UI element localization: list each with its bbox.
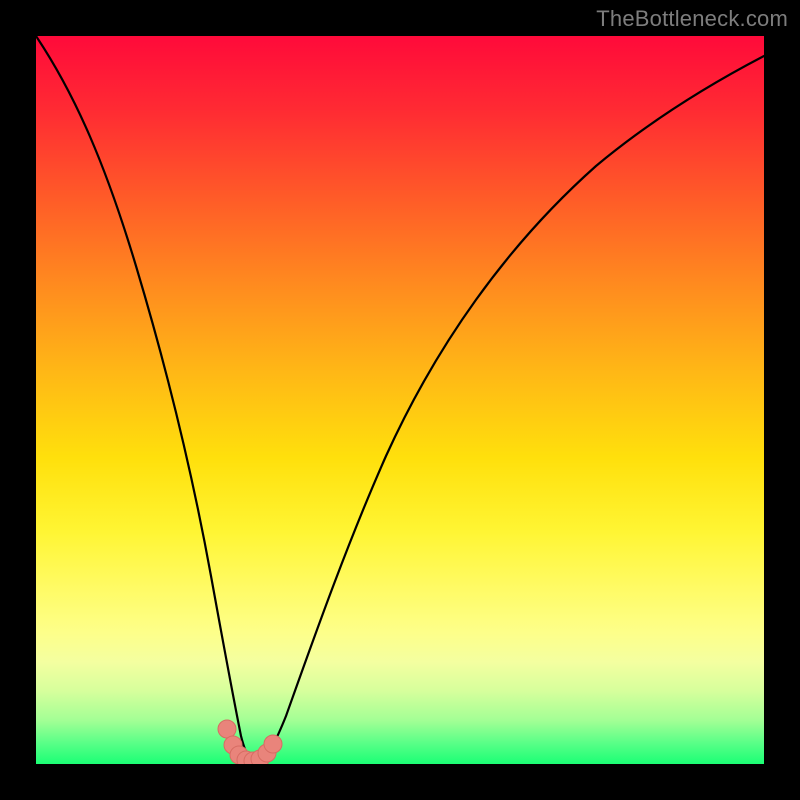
- bottleneck-curve: [36, 36, 764, 764]
- plot-area: [36, 36, 764, 764]
- minimum-salmon-markers: [218, 720, 282, 764]
- curve-path: [36, 36, 764, 762]
- marker-dot: [244, 752, 262, 764]
- marker-dot: [251, 750, 269, 764]
- marker-dot: [258, 744, 276, 762]
- marker-dot: [237, 751, 255, 764]
- marker-dot: [264, 735, 282, 753]
- chart-stage: TheBottleneck.com: [0, 0, 800, 800]
- watermark-text: TheBottleneck.com: [596, 6, 788, 32]
- marker-dot: [218, 720, 236, 738]
- marker-dot: [230, 746, 248, 764]
- marker-dot: [224, 736, 242, 754]
